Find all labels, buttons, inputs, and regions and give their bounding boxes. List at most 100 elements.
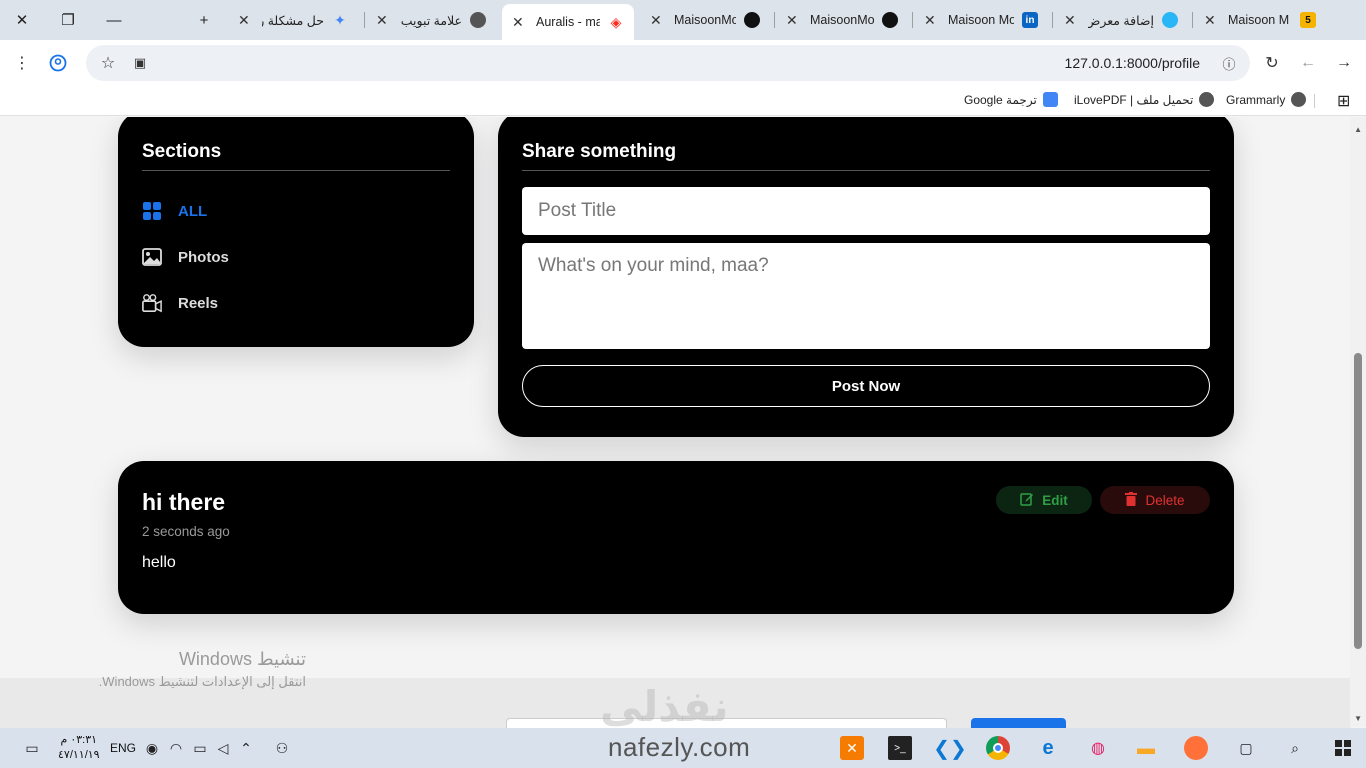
sections-card: Sections ALL Photos Reels: [118, 117, 474, 347]
terminal-icon[interactable]: >_: [888, 736, 912, 760]
close-icon[interactable]: ✕: [238, 12, 254, 29]
linkedin-icon: in: [1022, 12, 1038, 28]
windows-activation-notice: تنشيط Windows انتقل إلى الإعدادات لتنشيط…: [98, 649, 306, 689]
post-body: hello: [142, 554, 176, 571]
close-icon[interactable]: ✕: [650, 12, 666, 29]
post-timestamp: 2 seconds ago: [142, 524, 230, 539]
close-icon[interactable]: ✕: [924, 12, 940, 29]
scroll-down-arrow-icon[interactable]: ▼: [1354, 714, 1362, 723]
url-text[interactable]: 127.0.0.1:8000/profile: [1065, 55, 1200, 71]
bookmarks-bar: ⊞ Grammarly تحميل ملف | iLovePDF ترجمة G…: [0, 86, 1366, 116]
people-icon[interactable]: ⚇: [270, 736, 294, 760]
forward-icon[interactable]: →: [1333, 52, 1355, 74]
divider: [142, 170, 450, 171]
tab[interactable]: ✕ حل مشكلة را ✦: [228, 4, 358, 36]
share-title: Share something: [522, 141, 677, 162]
back-icon[interactable]: ←: [1297, 52, 1319, 74]
window-minimize-button[interactable]: —: [96, 4, 132, 36]
gemini-icon: ✦: [334, 11, 346, 28]
github-icon: [882, 12, 898, 28]
task-view-icon[interactable]: ▢: [1234, 736, 1258, 760]
post-now-button[interactable]: Post Now: [522, 365, 1210, 407]
page-viewport: Sections ALL Photos Reels Share somethin…: [0, 117, 1350, 727]
browser-tab-strip: ✕ ❐ — + ✕ حل مشكلة را ✦ ✕ علامة تبويب ✕ …: [0, 0, 1366, 40]
share-card: Share something Post Now: [498, 117, 1234, 437]
bookmark-ilovepdf[interactable]: تحميل ملف | iLovePDF: [1074, 92, 1215, 107]
close-icon[interactable]: ✕: [1064, 12, 1080, 29]
section-item-reels[interactable]: Reels: [142, 293, 218, 313]
divider: [522, 170, 1210, 171]
laravel-icon: ◈: [610, 13, 622, 30]
network-globe-icon[interactable]: ◉: [140, 736, 164, 760]
post-title: hi there: [142, 489, 226, 515]
apps-grid-icon[interactable]: ⊞: [1337, 91, 1350, 111]
tab[interactable]: ✕ Maisoon Mo in: [914, 4, 1048, 36]
section-item-all[interactable]: ALL: [142, 201, 207, 221]
app-icon: [1162, 12, 1178, 28]
tab[interactable]: ✕ إضافة معرض: [1054, 4, 1188, 36]
windows-taskbar: ▭ ٠٣:٣١ م ٤٧/١١/١٩ ENG ◉ ◠ ▭ ◁ ⌃ ⚇ nafez…: [0, 728, 1366, 768]
image-icon: [142, 247, 162, 267]
scrollbar-thumb[interactable]: [1354, 353, 1362, 649]
bookmark-grammarly[interactable]: Grammarly: [1226, 92, 1307, 107]
folder-icon[interactable]: ▬: [1134, 736, 1158, 760]
github-icon: [744, 12, 760, 28]
address-bar[interactable]: ☆ ▣ 127.0.0.1:8000/profile ⓘ: [86, 45, 1250, 81]
paint-icon[interactable]: ◍: [1086, 736, 1110, 760]
system-clock[interactable]: ٠٣:٣١ م ٤٧/١١/١٩: [58, 733, 100, 763]
trash-icon: [1125, 491, 1138, 509]
video-camera-icon: [142, 293, 162, 313]
search-icon[interactable]: ⌕: [1283, 736, 1307, 760]
tab[interactable]: ✕ MaisoonMo: [776, 4, 908, 36]
bookmark-star-icon[interactable]: ☆: [97, 52, 119, 74]
edit-button[interactable]: Edit: [996, 486, 1092, 514]
menu-kebab-icon[interactable]: ⋮: [11, 52, 33, 74]
globe-icon: [1291, 92, 1307, 107]
watermark-logo: نفذلي: [600, 683, 729, 730]
windows-start-icon[interactable]: [1331, 736, 1355, 760]
translate-icon[interactable]: ▣: [129, 52, 151, 74]
close-icon[interactable]: ✕: [1204, 12, 1220, 29]
tab[interactable]: ✕ Maisoon M 5: [1194, 4, 1326, 36]
tab-active[interactable]: ✕ Auralis - ma ◈: [502, 4, 634, 40]
language-indicator[interactable]: ENG: [110, 741, 136, 755]
post-body-textarea[interactable]: [522, 243, 1210, 349]
tab[interactable]: ✕ علامة تبويب: [366, 4, 496, 36]
firefox-icon[interactable]: [1184, 736, 1208, 760]
page-scrollbar[interactable]: ▲ ▼: [1350, 117, 1366, 727]
chrome-icon: [470, 12, 486, 28]
edit-icon: [1020, 492, 1034, 509]
grid-icon: [142, 201, 162, 221]
google-translate-icon: [1042, 92, 1058, 107]
battery-icon[interactable]: ▭: [188, 736, 212, 760]
window-restore-button[interactable]: ❐: [50, 4, 86, 36]
vscode-icon[interactable]: ❮❯: [933, 736, 967, 760]
site-info-icon[interactable]: ⓘ: [1218, 52, 1240, 74]
html5-icon: 5: [1300, 12, 1316, 28]
reload-icon[interactable]: ↻: [1261, 52, 1283, 74]
chrome-icon[interactable]: [986, 736, 1010, 760]
edge-icon[interactable]: e: [1036, 736, 1060, 760]
new-tab-button[interactable]: +: [186, 4, 222, 36]
window-close-button[interactable]: ✕: [4, 4, 40, 36]
globe-icon: [1199, 92, 1215, 107]
wifi-icon[interactable]: ◠: [164, 736, 188, 760]
watermark-url: nafezly.com: [608, 732, 751, 762]
delete-button[interactable]: Delete: [1100, 486, 1210, 514]
post-title-input[interactable]: [522, 187, 1210, 235]
chevron-up-icon[interactable]: ⌃: [234, 736, 258, 760]
post-card: hi there 2 seconds ago hello Edit Delete: [118, 461, 1234, 614]
xampp-icon[interactable]: ✕: [840, 736, 864, 760]
close-icon[interactable]: ✕: [376, 12, 392, 29]
tab[interactable]: ✕ MaisoonMo: [640, 4, 770, 36]
sections-title: Sections: [142, 141, 222, 162]
volume-icon[interactable]: ◁: [211, 736, 235, 760]
browser-toolbar: ⋮ ☆ ▣ 127.0.0.1:8000/profile ⓘ ↻ ← →: [0, 40, 1366, 86]
close-icon[interactable]: ✕: [786, 12, 802, 29]
profile-icon[interactable]: [47, 52, 69, 74]
close-icon[interactable]: ✕: [512, 14, 528, 31]
bookmark-google-translate[interactable]: ترجمة Google: [964, 92, 1058, 107]
scroll-up-arrow-icon[interactable]: ▲: [1354, 125, 1362, 134]
section-item-photos[interactable]: Photos: [142, 247, 229, 267]
notifications-icon[interactable]: ▭: [20, 736, 44, 760]
